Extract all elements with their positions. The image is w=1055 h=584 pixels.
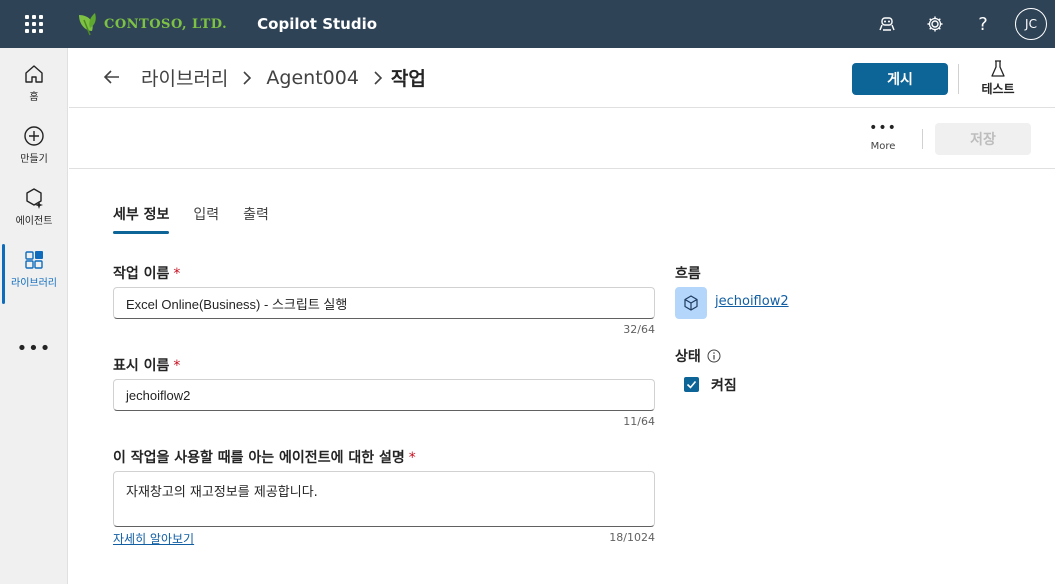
cube-icon	[684, 295, 698, 311]
publish-button[interactable]: 게시	[852, 63, 948, 95]
plus-circle-icon	[22, 124, 46, 148]
chevron-right-icon	[243, 70, 252, 85]
help-icon[interactable]: ?	[959, 0, 1007, 48]
rail-item-create[interactable]: 만들기	[0, 116, 68, 168]
home-icon	[22, 62, 46, 86]
action-name-label: 작업 이름 *	[113, 263, 180, 283]
display-name-field[interactable]: jechoiflow2	[113, 379, 655, 411]
more-label: More	[870, 141, 896, 152]
chevron-right-icon	[374, 70, 383, 85]
rail-item-label: 홈	[29, 92, 39, 103]
checkmark-icon	[686, 380, 697, 389]
action-name-field[interactable]: Excel Online(Business) - 스크립트 실행	[113, 287, 655, 319]
description-label: 이 작업을 사용할 때를 아는 에이전트에 대한 설명 *	[113, 447, 416, 467]
divider	[958, 64, 959, 94]
page-header: 라이브러리 Agent004 작업 게시 테스트	[69, 48, 1055, 108]
flow-tile	[675, 287, 707, 319]
rail-item-library[interactable]: 라이브러리	[0, 240, 68, 304]
left-nav-rail: 홈 만들기 에이전트 라이브러리 •••	[0, 48, 68, 584]
breadcrumb-agent[interactable]: Agent004	[266, 67, 359, 89]
agent-sparkle-icon	[22, 186, 46, 210]
rail-item-label: 만들기	[20, 154, 48, 165]
flow-section-label: 흐름	[675, 266, 701, 282]
display-name-label-text: 표시 이름	[113, 358, 170, 374]
learn-more-link[interactable]: 자세히 알아보기	[113, 530, 194, 547]
description-label-text: 이 작업을 사용할 때를 아는 에이전트에 대한 설명	[113, 450, 405, 466]
breadcrumb-current: 작업	[390, 68, 426, 90]
brand-name: CONTOSO, LTD.	[104, 16, 228, 32]
status-checkbox-label[interactable]: 켜짐	[711, 375, 737, 395]
status-checkbox[interactable]	[684, 377, 699, 392]
agent-icon[interactable]	[863, 0, 911, 48]
divider	[922, 129, 923, 149]
info-icon[interactable]	[707, 349, 721, 363]
gear-icon[interactable]	[911, 0, 959, 48]
more-button[interactable]: ••• More	[865, 120, 901, 152]
save-button[interactable]: 저장	[935, 123, 1031, 155]
display-name-counter: 11/64	[623, 415, 655, 428]
rail-item-label: 에이전트	[15, 216, 53, 227]
company-logo[interactable]: CONTOSO, LTD.	[76, 11, 227, 37]
action-name-label-text: 작업 이름	[113, 266, 170, 282]
flow-name-link[interactable]: jechoiflow2	[715, 294, 789, 309]
rail-item-label: 라이브러리	[11, 278, 57, 289]
app-name[interactable]: Copilot Studio	[257, 15, 377, 33]
waffle-icon[interactable]	[0, 0, 68, 48]
breadcrumb-library[interactable]: 라이브러리	[141, 64, 228, 91]
required-marker: *	[408, 450, 416, 466]
rail-item-agents[interactable]: 에이전트	[0, 178, 68, 230]
library-icon	[22, 248, 46, 272]
avatar[interactable]: JC	[1015, 8, 1047, 40]
test-button[interactable]: 테스트	[971, 60, 1025, 97]
rail-item-home[interactable]: 홈	[0, 54, 68, 106]
leaf-logo-icon	[79, 13, 96, 36]
description-counter: 18/1024	[609, 531, 655, 544]
tab-inputs[interactable]: 입력	[193, 204, 219, 234]
status-label-text: 상태	[675, 349, 701, 365]
more-dots-icon: •••	[869, 120, 897, 136]
top-bar: CONTOSO, LTD. Copilot Studio ? JC	[0, 0, 1055, 48]
display-name-label: 표시 이름 *	[113, 355, 180, 375]
flask-icon	[991, 60, 1005, 77]
action-name-counter: 32/64	[623, 323, 655, 336]
breadcrumb: 라이브러리 Agent004 작업	[141, 64, 426, 91]
test-label: 테스트	[981, 82, 1015, 96]
description-field[interactable]: 자재창고의 재고정보를 제공합니다.	[113, 471, 655, 527]
required-marker: *	[173, 266, 181, 282]
required-marker: *	[173, 358, 181, 374]
rail-more-button[interactable]: •••	[0, 338, 68, 359]
tab-list: 세부 정보 입력 출력	[113, 204, 293, 234]
status-section-label: 상태	[675, 346, 721, 366]
command-bar: ••• More 저장	[69, 109, 1055, 169]
back-arrow-icon[interactable]	[101, 66, 123, 88]
tab-outputs[interactable]: 출력	[243, 204, 269, 234]
tab-details[interactable]: 세부 정보	[113, 204, 170, 234]
